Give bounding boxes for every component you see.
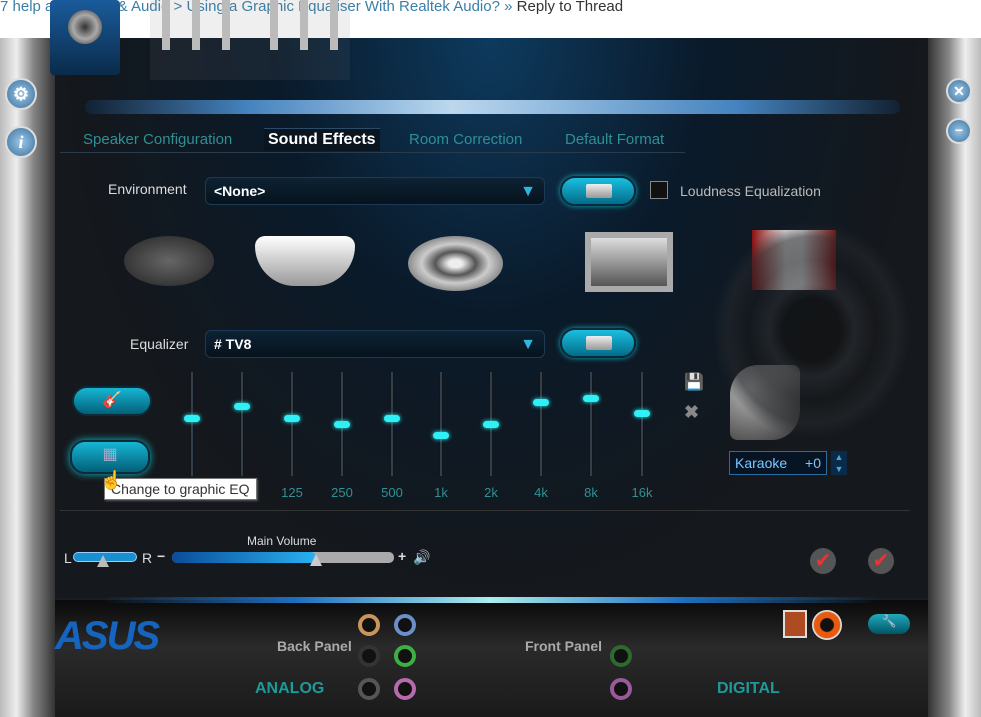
jack-green[interactable] [394,645,416,667]
tab-default-format[interactable]: Default Format [565,131,664,148]
eq-band-frequency: 8k [584,485,598,500]
main-volume-label: Main Volume [247,534,317,548]
loudness-checkbox[interactable] [650,181,668,199]
jack-black[interactable] [358,645,380,667]
equalizer-chart-icon: ▦ [102,446,118,463]
eq-band-track[interactable] [390,372,394,476]
analog-label: ANALOG [255,680,325,697]
tab-speaker-configuration[interactable]: Speaker Configuration [83,131,232,148]
graphic-eq-button[interactable]: ▦ [70,440,150,474]
eq-band-knob[interactable] [184,415,200,423]
stone-disc-icon[interactable] [124,236,214,286]
back-panel-label: Back Panel [277,638,352,654]
balance-right-label: R [142,550,153,566]
spdif-coaxial-icon[interactable] [812,610,842,640]
speaker-icon [50,0,120,75]
jack-orange[interactable] [358,614,380,636]
eq-band-knob[interactable] [533,398,549,406]
speaker-volume-icon[interactable]: 🔊 [413,549,430,566]
equalizer-value: # TV8 [214,336,252,352]
karaoke-value: +0 [805,455,821,471]
eq-band-frequency: 1k [434,485,448,500]
breadcrumb-prefix[interactable]: 7 help a [0,0,53,15]
hand-cursor-icon: ☝ [100,470,123,490]
tab-room-correction[interactable]: Room Correction [409,131,522,148]
front-panel-label: Front Panel [525,638,603,654]
environment-label: Environment [108,181,187,197]
eq-band-frequency: 125 [281,485,303,500]
karaoke-stepper[interactable]: ▲ ▼ [831,451,847,475]
environment-dropdown[interactable]: <None> ▼ [205,177,545,205]
karaoke-field[interactable]: Karaoke +0 [729,451,827,475]
jack-gray[interactable] [358,678,380,700]
eq-band-track[interactable] [190,372,194,476]
eq-band-knob[interactable] [234,402,250,410]
minimize-icon[interactable]: − [946,118,972,144]
breadcrumb-current: Reply to Thread [516,0,624,15]
asus-logo: ASUS [55,614,160,658]
guitar-preset-button[interactable]: 🎸 [72,386,152,416]
eq-band-frequency: 16k [631,485,653,500]
header-glow [85,100,900,114]
environment-value: <None> [214,183,266,199]
jack-pink[interactable] [394,678,416,700]
front-jack-pink[interactable] [610,678,632,700]
volume-handle[interactable] [310,554,323,566]
eq-band-track[interactable] [539,372,543,476]
eq-band-track[interactable] [240,372,244,476]
apply-edit-icon[interactable]: ✔ [868,548,894,574]
chevron-down-icon: ▼ [520,336,536,353]
checkmark-icon[interactable]: ✔ [810,548,836,574]
equalizer-dropdown[interactable]: # TV8 ▼ [205,330,545,358]
spdif-optical-icon[interactable] [783,610,807,638]
equalizer-toggle[interactable] [560,328,636,358]
speaker-cone-decoration [712,220,912,440]
save-icon[interactable]: 💾 [684,372,704,392]
eq-band-knob[interactable] [583,394,599,402]
eq-band-frequency: 250 [331,485,353,500]
tab-sound-effects[interactable]: Sound Effects [264,128,380,151]
volume-plus[interactable]: + [398,548,406,564]
divider [60,510,910,511]
eq-band-frequency: 4k [534,485,548,500]
eq-band-frequency: 2k [484,485,498,500]
eq-band-track[interactable] [640,372,644,476]
eq-band-knob[interactable] [634,410,650,418]
colosseum-icon[interactable] [408,236,503,291]
volume-fill [172,552,317,563]
eq-band-knob[interactable] [483,420,499,428]
room-box-icon[interactable] [585,232,673,292]
close-icon[interactable]: ✕ [946,78,972,104]
eq-band-frequency: 500 [381,485,403,500]
volume-minus[interactable]: − [157,548,165,564]
eq-band-knob[interactable] [433,431,449,439]
balance-handle[interactable] [96,555,109,567]
front-jack-green[interactable] [610,645,632,667]
guitar-icon: 🎸 [102,392,122,409]
eq-band-knob[interactable] [334,420,350,428]
delete-icon[interactable]: ✖ [684,402,699,423]
eq-band-knob[interactable] [384,415,400,423]
balance-slider[interactable] [73,552,137,567]
eq-band-track[interactable] [439,372,443,476]
eq-band-track[interactable] [290,372,294,476]
karaoke-label: Karaoke [735,455,788,471]
chevron-down-icon: ▼ [520,183,536,200]
jack-blue[interactable] [394,614,416,636]
main-volume-slider[interactable] [172,552,394,566]
environment-toggle[interactable] [560,176,636,206]
audio-plugs-icon [150,0,350,80]
settings-gear-icon[interactable]: ⚙ [5,78,37,110]
balance-left-label: L [64,550,72,566]
eq-band-track[interactable] [589,372,593,476]
equalizer-label: Equalizer [130,336,189,352]
tab-divider [60,152,685,153]
tooltip: Change to graphic EQ [104,478,257,500]
loudness-label: Loudness Equalization [680,183,821,199]
footer-glow [100,597,880,603]
digital-label: DIGITAL [717,680,780,697]
eq-band-knob[interactable] [284,415,300,423]
info-icon[interactable]: i [5,126,37,158]
wrench-settings-icon[interactable]: 🔧 [868,614,910,634]
